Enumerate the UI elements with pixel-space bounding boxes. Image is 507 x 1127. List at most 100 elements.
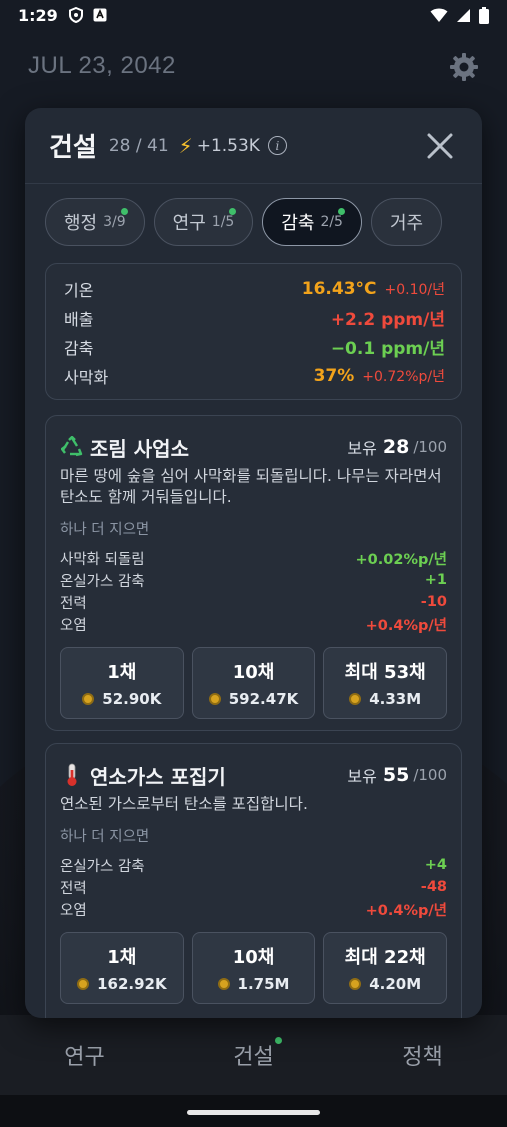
effect-row: 온실가스 감축 +1 — [60, 569, 447, 591]
app-notification-icon — [92, 7, 108, 23]
effect-row: 전력 -10 — [60, 591, 447, 613]
wifi-icon — [430, 8, 448, 27]
buy-cost-value: 1.75M — [237, 975, 290, 993]
tab-admin[interactable]: 행정 3/9 — [45, 198, 145, 246]
buy-quantity: 10채 — [232, 662, 275, 683]
nav-policy[interactable]: 정책 — [402, 1039, 442, 1071]
stat-value: +2.2 ppm/년 — [330, 310, 445, 330]
coin-icon — [77, 978, 90, 990]
effect-value: +0.4%p/년 — [365, 902, 447, 919]
bottom-nav: 연구 건설 정책 — [0, 1015, 507, 1095]
buy-cost: 1.75M — [217, 975, 290, 993]
climate-stats: 기온 16.43°C +0.10/년 배출 +2.2 ppm/년 감축 −0.1… — [45, 263, 462, 400]
buy-10-button[interactable]: 10채 1.75M — [191, 932, 316, 1004]
category-tabs: 행정 3/9 연구 1/5 감축 2/5 거주 — [45, 198, 463, 250]
tab-label: 거주 — [389, 213, 424, 234]
settings-gear-icon[interactable] — [449, 52, 479, 82]
recycle-icon — [60, 435, 84, 459]
energy-rate: +1.53K — [196, 135, 260, 156]
gesture-handle[interactable] — [187, 1110, 320, 1115]
effect-row: 전력 -48 — [60, 876, 447, 898]
effect-value: +1 — [424, 572, 447, 588]
modal-title: 건설 — [49, 133, 97, 163]
tab-residence[interactable]: 거주 — [370, 198, 443, 246]
tab-dot — [229, 208, 237, 215]
screen: 1:29 JUL 23, 2042 연구 건설 정책 건설 28 / 41 ⚡ … — [0, 0, 507, 1127]
battery-icon — [479, 7, 489, 28]
nav-research[interactable]: 연구 — [64, 1039, 104, 1071]
building-card-carbon-capture: 연소가스 포집기 보유 55 /100 연소된 가스로부터 탄소를 포집합니다.… — [45, 743, 462, 1018]
coin-icon — [208, 693, 221, 705]
stat-row-reduction: 감축 −0.1 ppm/년 — [64, 332, 445, 361]
effect-label: 온실가스 감축 — [60, 573, 145, 590]
buy-10-button[interactable]: 10채 592.47K — [191, 647, 316, 719]
buy-cost: 592.47K — [208, 690, 298, 708]
owned-max: /100 — [413, 766, 447, 784]
tab-label: 감축 — [281, 213, 315, 234]
stat-trend: +0.72%p/년 — [362, 368, 445, 385]
buy-quantity: 1채 — [107, 947, 137, 968]
building-description: 마른 땅에 숲을 심어 사막화를 되돌립니다. 나무는 자라면서 탄소도 함께 … — [60, 467, 442, 506]
tab-reduction[interactable]: 감축 2/5 — [262, 198, 362, 246]
nav-build-label: 건설 — [233, 1045, 274, 1070]
buy-max-button[interactable]: 최대 53채 4.33M — [323, 647, 448, 719]
stat-label: 배출 — [64, 309, 94, 329]
effect-row: 온실가스 감축 +4 — [60, 854, 447, 876]
effect-row: 오염 +0.4%p/년 — [60, 613, 447, 635]
stat-row-desertification: 사막화 37% +0.72%p/년 — [64, 361, 445, 390]
tab-dot — [120, 208, 128, 215]
effect-value: -10 — [420, 594, 447, 610]
effect-row: 오염 +0.4%p/년 — [60, 898, 447, 920]
tab-label: 연구 — [172, 213, 206, 234]
effect-label: 오염 — [60, 617, 87, 634]
close-icon — [427, 133, 453, 159]
stat-trend: +0.10/년 — [384, 281, 446, 298]
buy-cost: 4.33M — [349, 690, 421, 708]
modal-header: 건설 28 / 41 ⚡ +1.53K i — [25, 108, 482, 184]
effect-label: 오염 — [60, 902, 87, 919]
build-count: 28 / 41 — [108, 135, 169, 156]
buy-cost: 162.92K — [77, 975, 167, 993]
buy-options: 1채 162.92K 10채 1.75M 최대 22채 4.20M — [60, 932, 448, 1004]
next-build-label: 하나 더 지으면 — [60, 522, 150, 538]
stat-label: 사막화 — [64, 367, 109, 387]
buy-cost-value: 4.33M — [369, 690, 422, 708]
nav-build[interactable]: 건설 — [233, 1037, 282, 1071]
building-header: 연소가스 포집기 보유 55 /100 — [60, 758, 447, 792]
info-icon[interactable]: i — [267, 136, 287, 155]
effect-value: +0.02%p/년 — [355, 551, 447, 568]
coin-icon — [349, 693, 362, 705]
stat-value: 37% — [313, 365, 355, 386]
effect-label: 사막화 되돌림 — [60, 551, 145, 568]
background-date: JUL 23, 2042 — [28, 52, 176, 79]
stat-value: −0.1 ppm/년 — [330, 339, 445, 359]
buy-1-button[interactable]: 1채 162.92K — [60, 932, 184, 1004]
tab-count: 1/5 — [211, 214, 235, 230]
building-name: 연소가스 포집기 — [90, 764, 226, 789]
buy-max-button[interactable]: 최대 22채 4.20M — [323, 932, 448, 1004]
building-header: 조림 사업소 보유 28 /100 — [60, 430, 447, 464]
buy-cost: 4.20M — [349, 975, 421, 993]
effect-value: -48 — [420, 879, 447, 895]
stat-row-temperature: 기온 16.43°C +0.10/년 — [64, 274, 445, 303]
effect-value: +4 — [424, 857, 447, 873]
building-name: 조림 사업소 — [90, 436, 189, 461]
status-bar: 1:29 — [0, 0, 507, 30]
lightning-icon: ⚡ — [178, 133, 193, 158]
tab-research[interactable]: 연구 1/5 — [153, 198, 254, 246]
buy-cost-value: 52.90K — [102, 690, 162, 708]
status-icons — [430, 7, 489, 28]
close-button[interactable] — [426, 132, 454, 160]
owned-label: 보유 — [347, 439, 377, 458]
buy-1-button[interactable]: 1채 52.90K — [60, 647, 184, 719]
building-description: 연소된 가스로부터 탄소를 포집합니다. — [60, 795, 308, 813]
shield-icon — [68, 7, 84, 23]
status-time: 1:29 — [18, 5, 58, 25]
nav-build-dot — [274, 1037, 282, 1044]
buy-cost: 52.90K — [82, 690, 161, 708]
tab-dot — [337, 208, 345, 215]
coin-icon — [82, 693, 95, 705]
effect-label: 전력 — [60, 880, 87, 897]
stat-label: 감축 — [64, 338, 94, 358]
thermometer-icon — [60, 763, 84, 787]
